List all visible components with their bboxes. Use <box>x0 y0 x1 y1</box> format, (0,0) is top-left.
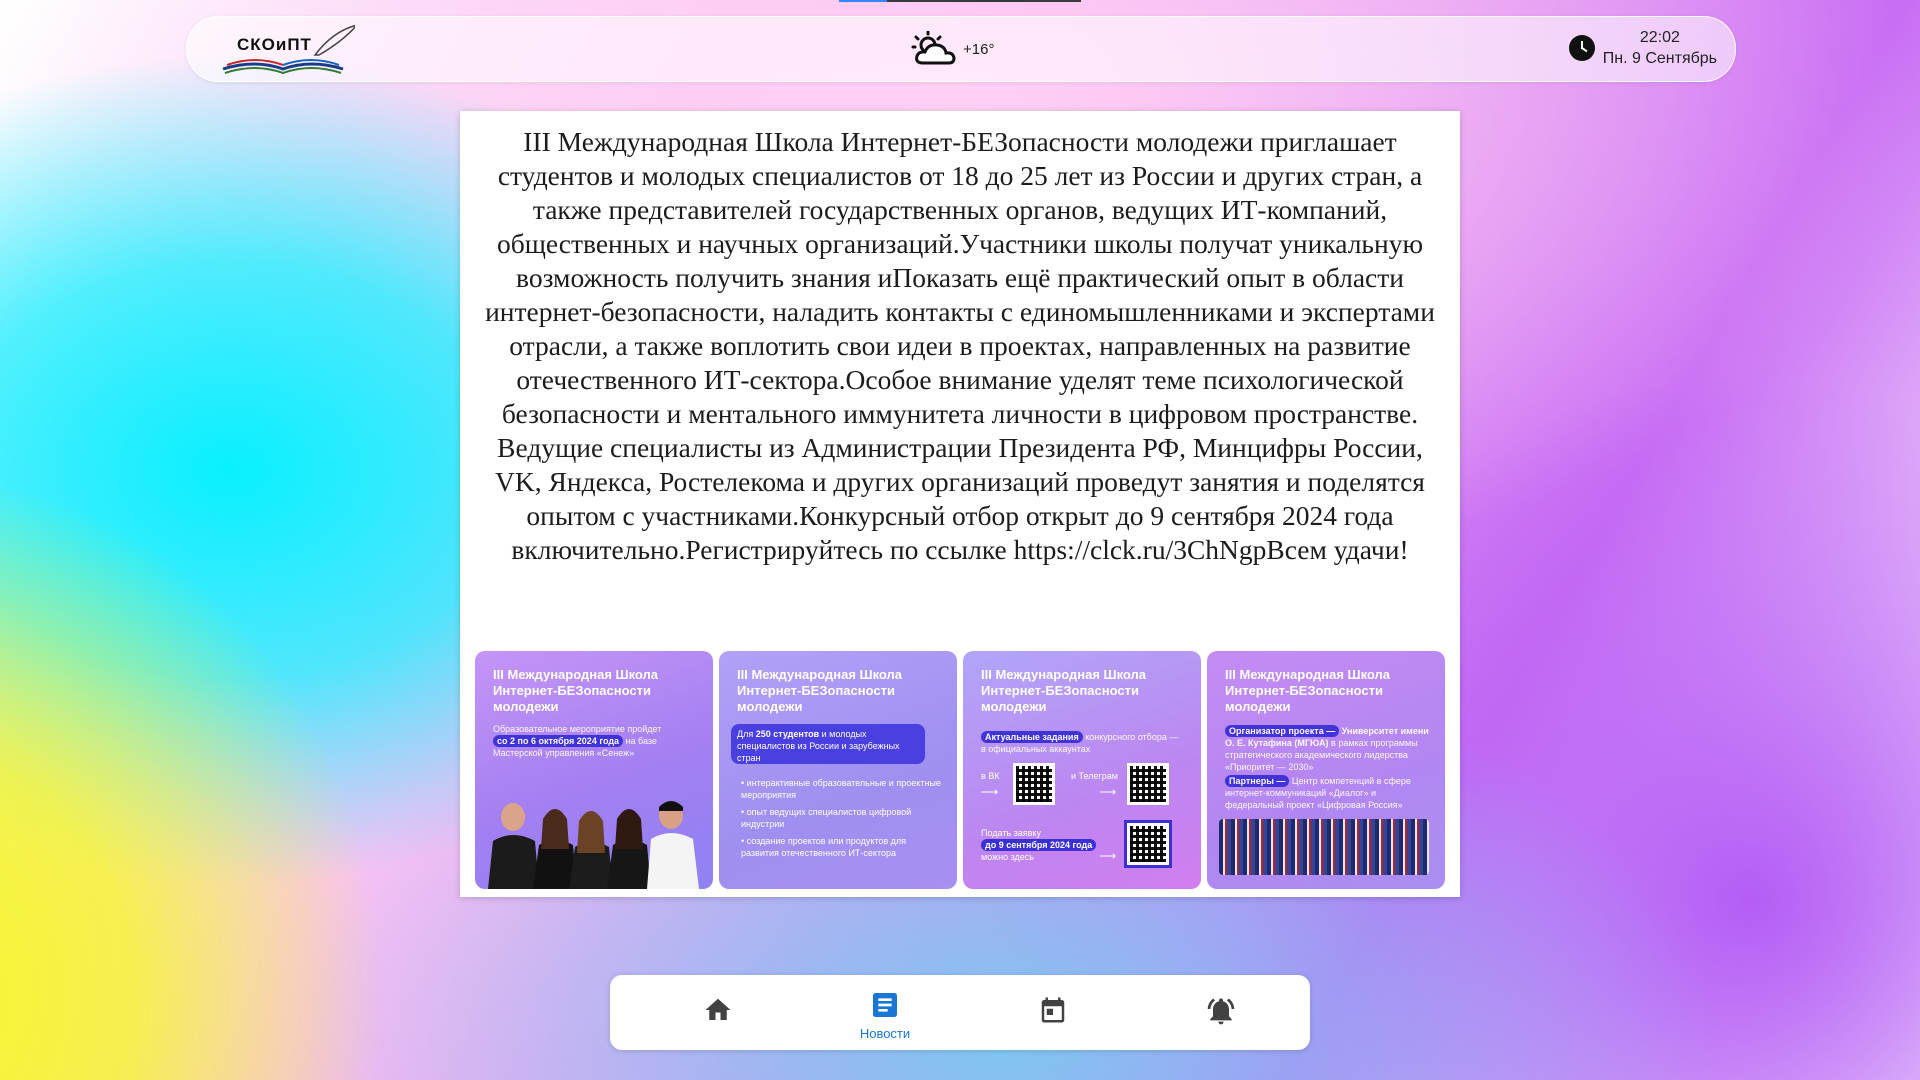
nav-home[interactable] <box>673 975 763 1050</box>
telegram-label: и Телеграм <box>1071 771 1118 781</box>
group-photo <box>1219 819 1429 875</box>
gallery-image-2[interactable]: III Международная Школа Интернет-БЕЗопас… <box>719 651 957 889</box>
clock-date: Пн. 9 Сентябрь <box>1602 50 1717 67</box>
slide-text: Организатор проекта — Университет имени … <box>1225 725 1429 772</box>
vk-qr-code <box>1013 763 1055 805</box>
clock-time: 22:02 <box>1639 29 1680 46</box>
news-icon <box>873 993 897 1017</box>
weather-widget: +16° <box>911 31 994 67</box>
apply-text: Подать заявку до 9 сентября 2024 года можн… <box>981 827 1097 863</box>
slide-highlight: со 2 по 6 октября 2024 года <box>493 735 624 747</box>
slide-info-box: Для 250 студентов и молодых специалистов… <box>731 724 925 764</box>
arrow-icon: ⟶ <box>1099 849 1117 863</box>
nav-notifications[interactable] <box>1176 975 1266 1050</box>
weather-temperature: +16° <box>963 40 995 58</box>
gallery-image-3[interactable]: III Международная Школа Интернет-БЕЗопас… <box>963 651 1201 889</box>
home-icon <box>705 998 731 1020</box>
logo-text: СКОиПТ <box>237 35 312 54</box>
nav-news[interactable]: Новости <box>840 975 930 1050</box>
top-bar: СКОиПТ +16° 22:02 Пн. 9 Сентябрь <box>186 16 1736 82</box>
slide-bullet: • интерактивные образовательные и проект… <box>741 778 941 800</box>
page-indicator <box>839 0 1081 2</box>
students-photo <box>488 801 699 889</box>
slide-text: Образовательное мероприятие пройдет со 2… <box>493 724 662 758</box>
notification-bell-icon <box>1207 998 1235 1025</box>
slide-partners-text: Партнеры — Центр компетенций в сфере инт… <box>1225 775 1411 810</box>
slide-bullet: • опыт ведущих специалистов цифровой инд… <box>741 807 912 829</box>
clock-icon <box>1568 35 1595 61</box>
slide-title: III Международная Школа Интернет-БЕЗопас… <box>1225 667 1391 714</box>
post-image-gallery: III Международная Школа Интернет-БЕЗопас… <box>475 651 1445 889</box>
slide-title: III Международная Школа Интернет-БЕЗопас… <box>737 667 903 714</box>
slide-bullets: • интерактивные образовательные и проект… <box>741 777 941 864</box>
bottom-navigation: Новости <box>610 975 1310 1050</box>
nav-news-label: Новости <box>859 1026 911 1041</box>
telegram-qr-code <box>1127 763 1169 805</box>
arrow-icon: ⟶ <box>981 785 999 799</box>
slide-bullet: • создание проектов или продуктов для ра… <box>741 836 907 858</box>
apply-qr-code <box>1124 820 1172 868</box>
logo[interactable]: СКОиПТ <box>215 21 360 77</box>
partly-cloudy-icon <box>911 31 956 65</box>
vk-label: в ВК <box>981 771 1000 781</box>
gallery-image-1[interactable]: III Международная Школа Интернет-БЕЗопас… <box>475 651 713 889</box>
nav-calendar[interactable] <box>1008 975 1098 1050</box>
post-text: III Международная Школа Интернет-БЕЗопас… <box>485 126 1435 565</box>
slide-text: Актуальные задания конкурсного отбора — … <box>981 731 1179 754</box>
slide-title: III Международная Школа Интернет-БЕЗопас… <box>493 667 659 714</box>
slide-title: III Международная Школа Интернет-БЕЗопас… <box>981 667 1147 714</box>
news-post-card: III Международная Школа Интернет-БЕЗопас… <box>460 111 1460 897</box>
gallery-image-4[interactable]: III Международная Школа Интернет-БЕЗопас… <box>1207 651 1445 889</box>
clock-widget: 22:02 Пн. 9 Сентябрь <box>1568 27 1717 69</box>
arrow-icon: ⟶ <box>1099 785 1117 799</box>
calendar-icon <box>1041 997 1065 1023</box>
